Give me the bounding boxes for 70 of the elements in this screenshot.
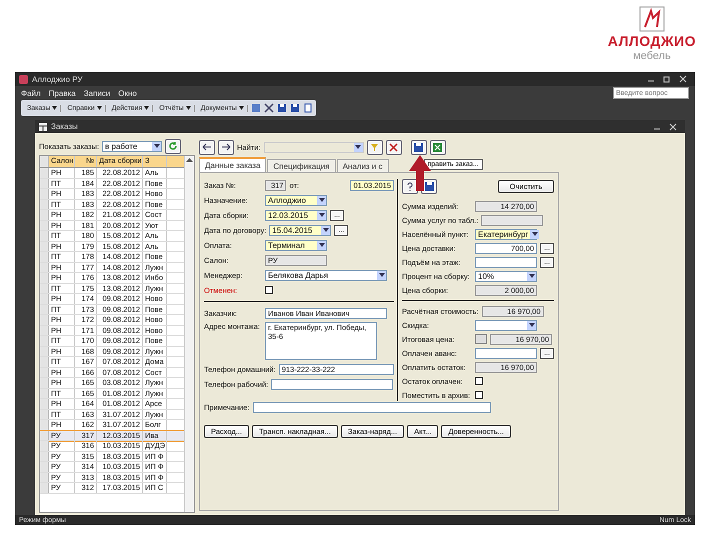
dropdown-arrow-icon[interactable] [152,142,162,150]
combo-box[interactable]: 10% [475,270,537,282]
combo-box[interactable]: Терминал [265,240,327,250]
brand-tagline: мебель [633,50,671,62]
menu-item[interactable]: Окно [118,88,137,98]
caret-icon [144,106,150,110]
caret-icon [96,106,102,110]
logo-icon [638,6,665,32]
caret-icon [238,106,244,110]
tab[interactable]: Спецификация [267,159,336,172]
forward-arrow-icon [221,143,231,151]
form-icon [39,122,47,130]
filter-combo[interactable]: в работе [102,140,162,152]
tab[interactable]: Анализ и с [336,159,388,172]
next-record-button[interactable] [218,140,234,154]
filter-icon [370,142,379,152]
app-icon [19,74,28,84]
save-icon[interactable] [276,103,287,113]
checkbox[interactable] [265,286,273,294]
combo-box[interactable]: Белякова Дарья [265,270,387,280]
dropdown-arrow-icon[interactable] [317,196,326,204]
remove-filter-icon [389,142,398,152]
combo-box[interactable]: Аллоджио [265,194,327,206]
combo-box[interactable]: 15.04.2015 [269,224,332,236]
toolbar-icon[interactable] [264,103,274,113]
caret-icon [52,106,58,110]
dropdown-arrow-icon[interactable] [321,226,330,234]
dropdown-arrow-icon[interactable] [317,210,326,220]
question-icon [407,182,413,191]
refresh-button[interactable] [165,138,182,154]
window-title: Аллоджио РУ [32,74,82,84]
brand-name: АЛЛОДЖИО [608,33,696,49]
dropdown-arrow-icon[interactable] [530,230,540,238]
back-arrow-icon [202,143,212,151]
dropdown-arrow-icon[interactable] [354,142,362,152]
scroll-up-icon[interactable] [185,156,194,164]
checkbox[interactable] [475,377,483,385]
refresh-icon [168,141,178,151]
text-field[interactable] [481,214,544,226]
text-field[interactable] [475,348,537,358]
tab[interactable]: Данные заказа [199,157,266,172]
menu-item[interactable]: Записи [84,88,110,98]
spreadsheet-icon [433,142,442,152]
document-icon[interactable] [302,103,313,113]
remove-filter-button[interactable] [386,140,402,154]
spreadsheet-button[interactable] [430,140,446,154]
dropdown-arrow-icon[interactable] [527,320,536,330]
dropdown-arrow-icon[interactable] [317,240,326,250]
filter-button[interactable] [366,140,382,154]
text-field[interactable] [271,378,394,390]
note-field[interactable] [252,402,490,412]
text-field[interactable] [475,256,537,268]
combo-box[interactable]: Екатеринбург [475,228,537,240]
save-icon [414,142,423,152]
caret-icon [186,106,191,110]
small-button[interactable] [475,334,487,344]
toolbar-icon[interactable] [250,103,261,113]
previous-record-button[interactable] [199,140,215,154]
combo-box[interactable]: 12.03.2015 [265,210,327,220]
dropdown-arrow-icon[interactable] [527,272,536,280]
form-title: Заказы [51,122,78,131]
menu-item[interactable]: Правка [48,88,76,98]
save-icon [424,182,434,191]
checkbox[interactable] [475,391,483,399]
help-button[interactable] [402,179,418,194]
select-all-cell[interactable] [40,156,49,167]
menu-item[interactable]: Файл [21,88,41,98]
dropdown-arrow-icon[interactable] [377,270,386,280]
save-button[interactable] [410,140,426,154]
save-icon[interactable] [290,103,300,113]
